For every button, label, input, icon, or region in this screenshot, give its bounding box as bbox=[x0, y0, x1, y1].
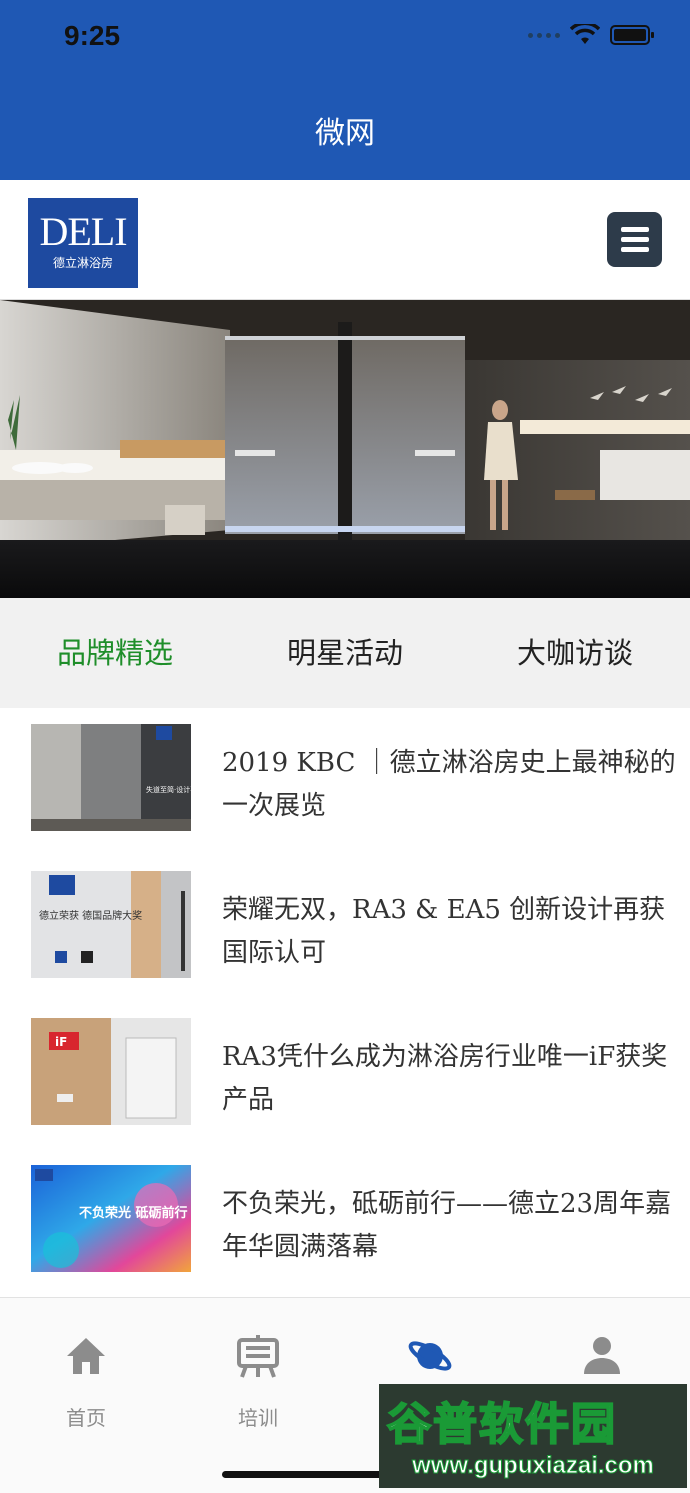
thumb-caption: 德立荣获 德国品牌大奖 bbox=[39, 909, 142, 922]
signal-icon bbox=[528, 32, 560, 38]
status-time: 9:25 bbox=[64, 20, 121, 51]
article-thumbnail: iF bbox=[31, 1018, 191, 1125]
article-title: 不负荣光，砥砺前行——德立23周年嘉年华圆满落幕 bbox=[222, 1189, 672, 1262]
menu-button[interactable] bbox=[607, 212, 662, 267]
top-header: 9:25 微网 bbox=[0, 0, 690, 180]
logo-text: DELI bbox=[39, 209, 127, 254]
thumb-caption: iF bbox=[55, 1035, 67, 1049]
category-tabs: 品牌精选 明星活动 大咖访谈 bbox=[0, 598, 690, 708]
page-title: 微网 bbox=[315, 116, 375, 151]
nav-label: 首页 bbox=[66, 1406, 106, 1430]
tab-interviews[interactable]: 大咖访谈 bbox=[460, 598, 690, 708]
article-thumbnail: 不负荣光 砥砺前行 bbox=[31, 1165, 191, 1272]
home-icon bbox=[67, 1338, 105, 1374]
article-thumbnail: 德立荣获 德国品牌大奖 bbox=[31, 871, 191, 978]
menu-line-icon bbox=[620, 247, 649, 252]
planet-icon bbox=[408, 1341, 452, 1371]
hero-banner[interactable] bbox=[0, 300, 690, 598]
brand-bar: DELI 德立淋浴房 bbox=[0, 180, 690, 300]
battery-icon bbox=[610, 25, 654, 45]
nav-label: 培训 bbox=[238, 1406, 278, 1430]
article-title: 荣耀无双，RA3 & EA5 创新设计再获国际认可 bbox=[222, 895, 666, 968]
tab-star-events[interactable]: 明星活动 bbox=[230, 598, 460, 708]
watermark-text: 谷普软件园 bbox=[386, 1398, 617, 1451]
hero-image bbox=[0, 300, 690, 598]
list-item[interactable]: 失道至简·设计不凡 2019 KBC ｜德立淋浴房史上最神秘的一次展览 bbox=[0, 708, 690, 855]
thumb-caption: 不负荣光 砥砺前行 bbox=[79, 1205, 188, 1221]
brand-logo[interactable]: DELI 德立淋浴房 bbox=[28, 198, 138, 288]
article-title: RA3凭什么成为淋浴房行业唯一iF获奖产品 bbox=[222, 1042, 668, 1115]
logo-subtitle: 德立淋浴房 bbox=[52, 256, 113, 270]
menu-line-icon bbox=[620, 237, 649, 242]
article-thumbnail: 失道至简·设计不凡 bbox=[31, 724, 191, 831]
menu-line-icon bbox=[620, 227, 649, 232]
user-icon bbox=[584, 1337, 620, 1374]
easel-icon bbox=[237, 1335, 279, 1378]
thumb-caption: 失道至简·设计不凡 bbox=[146, 785, 191, 794]
nav-training[interactable]: 培训 bbox=[172, 1298, 344, 1448]
tab-brand-picks[interactable]: 品牌精选 bbox=[0, 598, 230, 708]
nav-home[interactable]: 首页 bbox=[0, 1298, 172, 1448]
list-item[interactable]: iF RA3凭什么成为淋浴房行业唯一iF获奖产品 bbox=[0, 1002, 690, 1149]
watermark: 谷普软件园 www.gupuxiazai.com bbox=[379, 1384, 687, 1488]
status-icons bbox=[528, 24, 656, 46]
wifi-icon bbox=[570, 24, 600, 44]
watermark-url: www.gupuxiazai.com bbox=[412, 1452, 655, 1480]
article-title: 2019 KBC ｜德立淋浴房史上最神秘的一次展览 bbox=[222, 748, 676, 821]
list-item[interactable]: 德立荣获 德国品牌大奖 荣耀无双，RA3 & EA5 创新设计再获国际认可 bbox=[0, 855, 690, 1002]
list-item[interactable]: 不负荣光 砥砺前行 不负荣光，砥砺前行——德立23周年嘉年华圆满落幕 bbox=[0, 1149, 690, 1296]
